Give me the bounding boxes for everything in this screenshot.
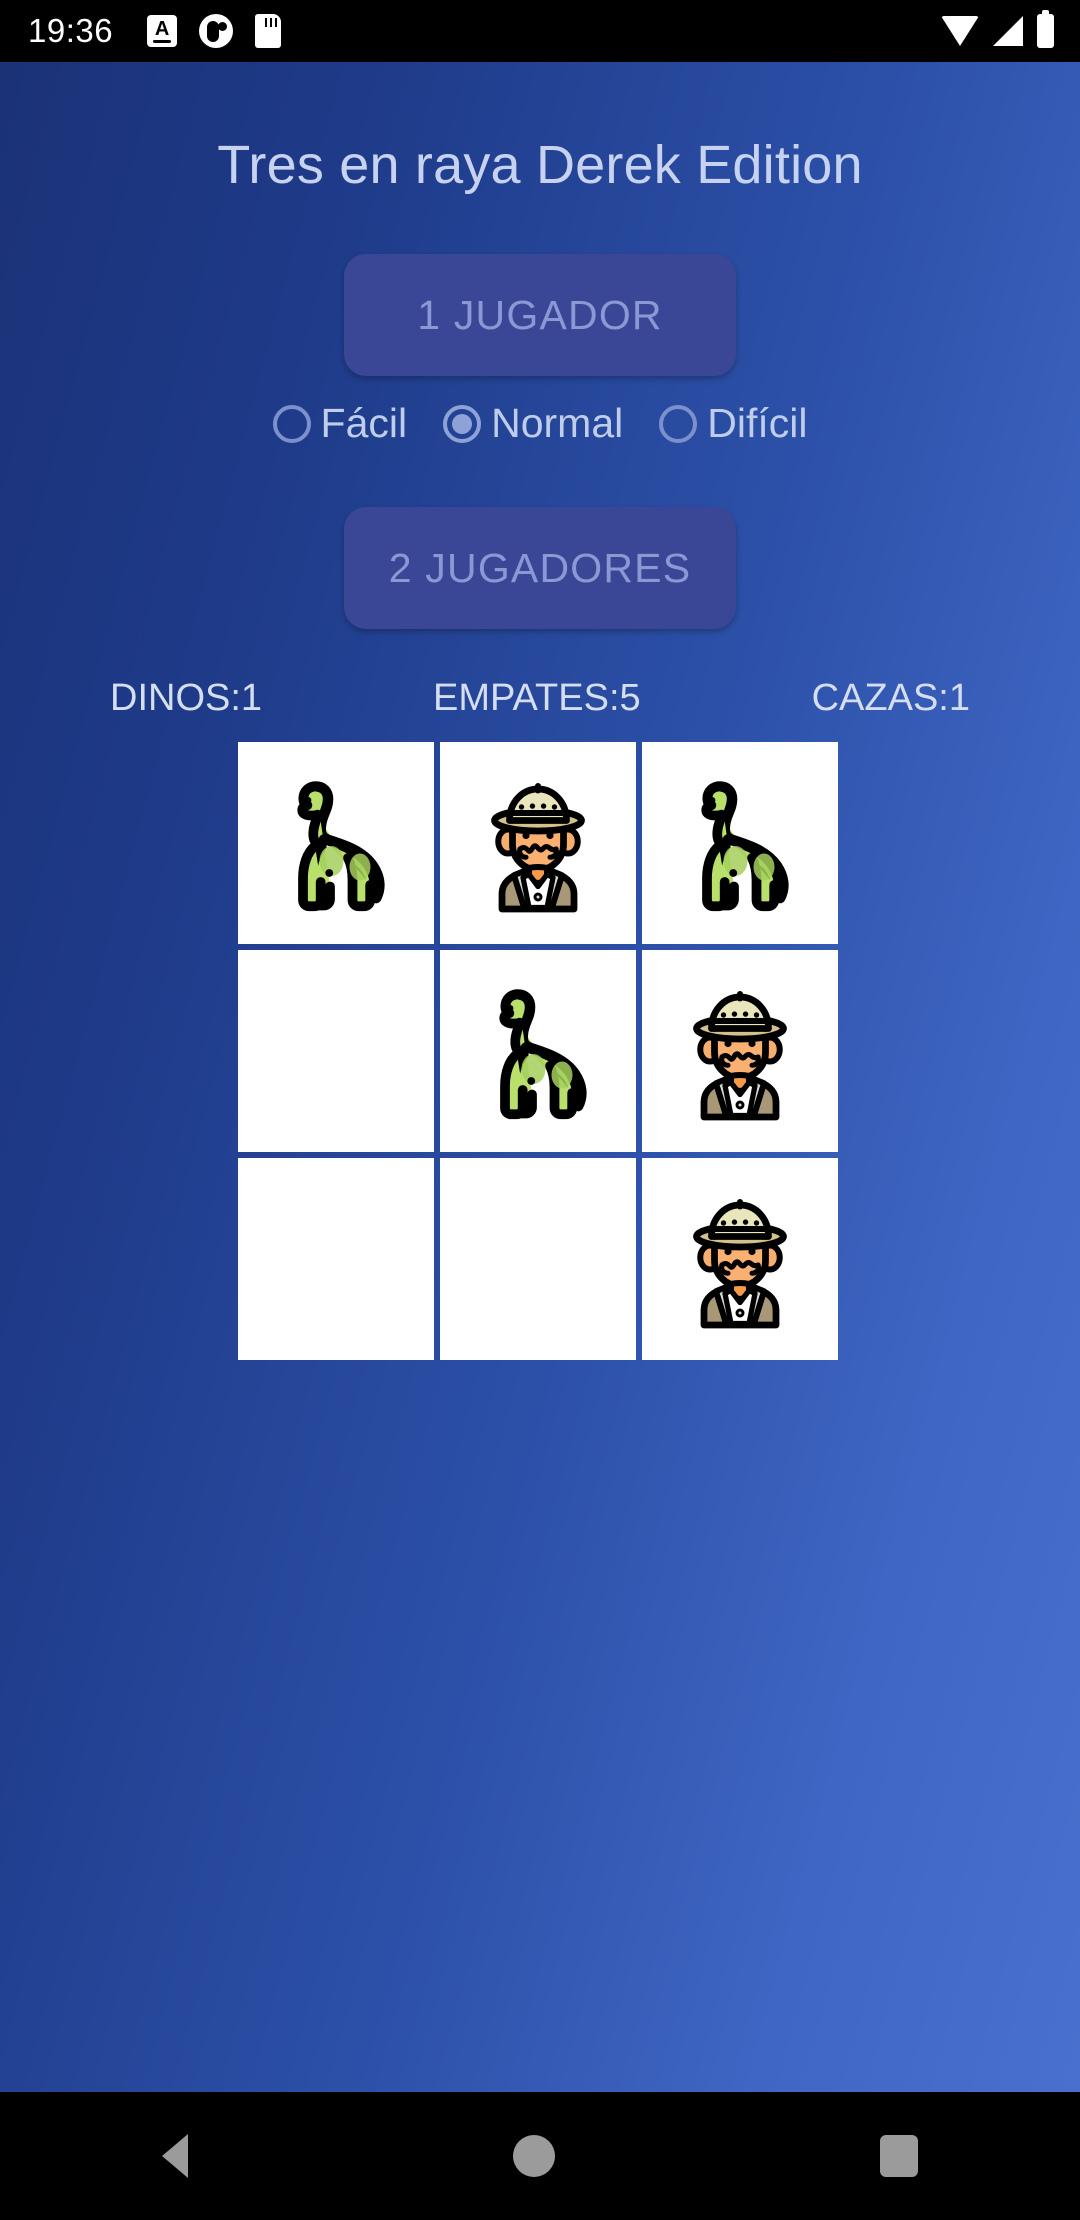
cellular-signal-icon [993,16,1023,46]
one-player-button-row: 1 JUGADOR [0,196,1080,376]
difficulty-label-facil: Fácil [320,400,408,446]
board-cell-2[interactable] [642,742,838,944]
dinosaur-icon [499,989,587,1120]
status-bar-clock: 19:36 [28,12,114,49]
score-empates: EMPATES:5 [433,677,641,719]
hunter-icon [491,783,585,913]
hunter-icon [693,991,787,1121]
home-button-icon[interactable] [512,2135,555,2177]
app-circle-icon [199,14,234,48]
score-dinos: DINOS:1 [110,677,263,719]
difficulty-radio-group: Fácil Normal Difícil [0,400,1080,447]
battery-icon [1037,10,1054,48]
android-navigation-bar [0,2092,1080,2220]
board-cell-7[interactable] [440,1158,636,1360]
board-cell-3[interactable] [238,950,434,1152]
dinosaur-icon [701,781,789,912]
radio-unchecked-icon[interactable] [659,404,698,443]
difficulty-option-normal[interactable]: Normal [425,400,641,447]
board-cell-6[interactable] [238,1158,434,1360]
radio-unchecked-icon[interactable] [272,404,311,443]
app-screen: Tres en raya Derek Edition 1 JUGADOR Fác… [0,62,1080,2092]
dinosaur-icon [297,781,385,912]
two-players-button-row: 2 JUGADORES [0,447,1080,629]
recents-button-icon[interactable] [879,2135,918,2177]
board-cell-4[interactable] [440,950,636,1152]
page-title: Tres en raya Derek Edition [217,135,863,195]
board-cell-1[interactable] [440,742,636,944]
board-cell-8[interactable] [642,1158,838,1360]
hunter-icon [693,1199,787,1329]
back-button-icon[interactable] [162,2134,189,2178]
difficulty-label-normal: Normal [491,400,624,446]
sd-card-icon [255,14,282,48]
score-cazas: CAZAS:1 [811,677,970,719]
difficulty-option-dificil[interactable]: Difícil [641,400,825,447]
difficulty-label-dificil: Difícil [707,400,808,446]
tic-tac-toe-board [238,742,842,1360]
board-cell-0[interactable] [238,742,434,944]
status-bar-system-icons [941,10,1054,48]
radio-checked-icon[interactable] [443,404,482,443]
one-player-button[interactable]: 1 JUGADOR [344,254,736,376]
difficulty-option-facil[interactable]: Fácil [255,400,426,447]
status-bar: 19:36 [0,0,1080,62]
keyboard-icon [147,15,178,47]
status-bar-notification-icons [147,14,282,48]
scoreboard: DINOS:1 EMPATES:5 CAZAS:1 [110,677,970,720]
wifi-icon [941,16,979,46]
board-cell-5[interactable] [642,950,838,1152]
two-players-button[interactable]: 2 JUGADORES [344,507,736,629]
